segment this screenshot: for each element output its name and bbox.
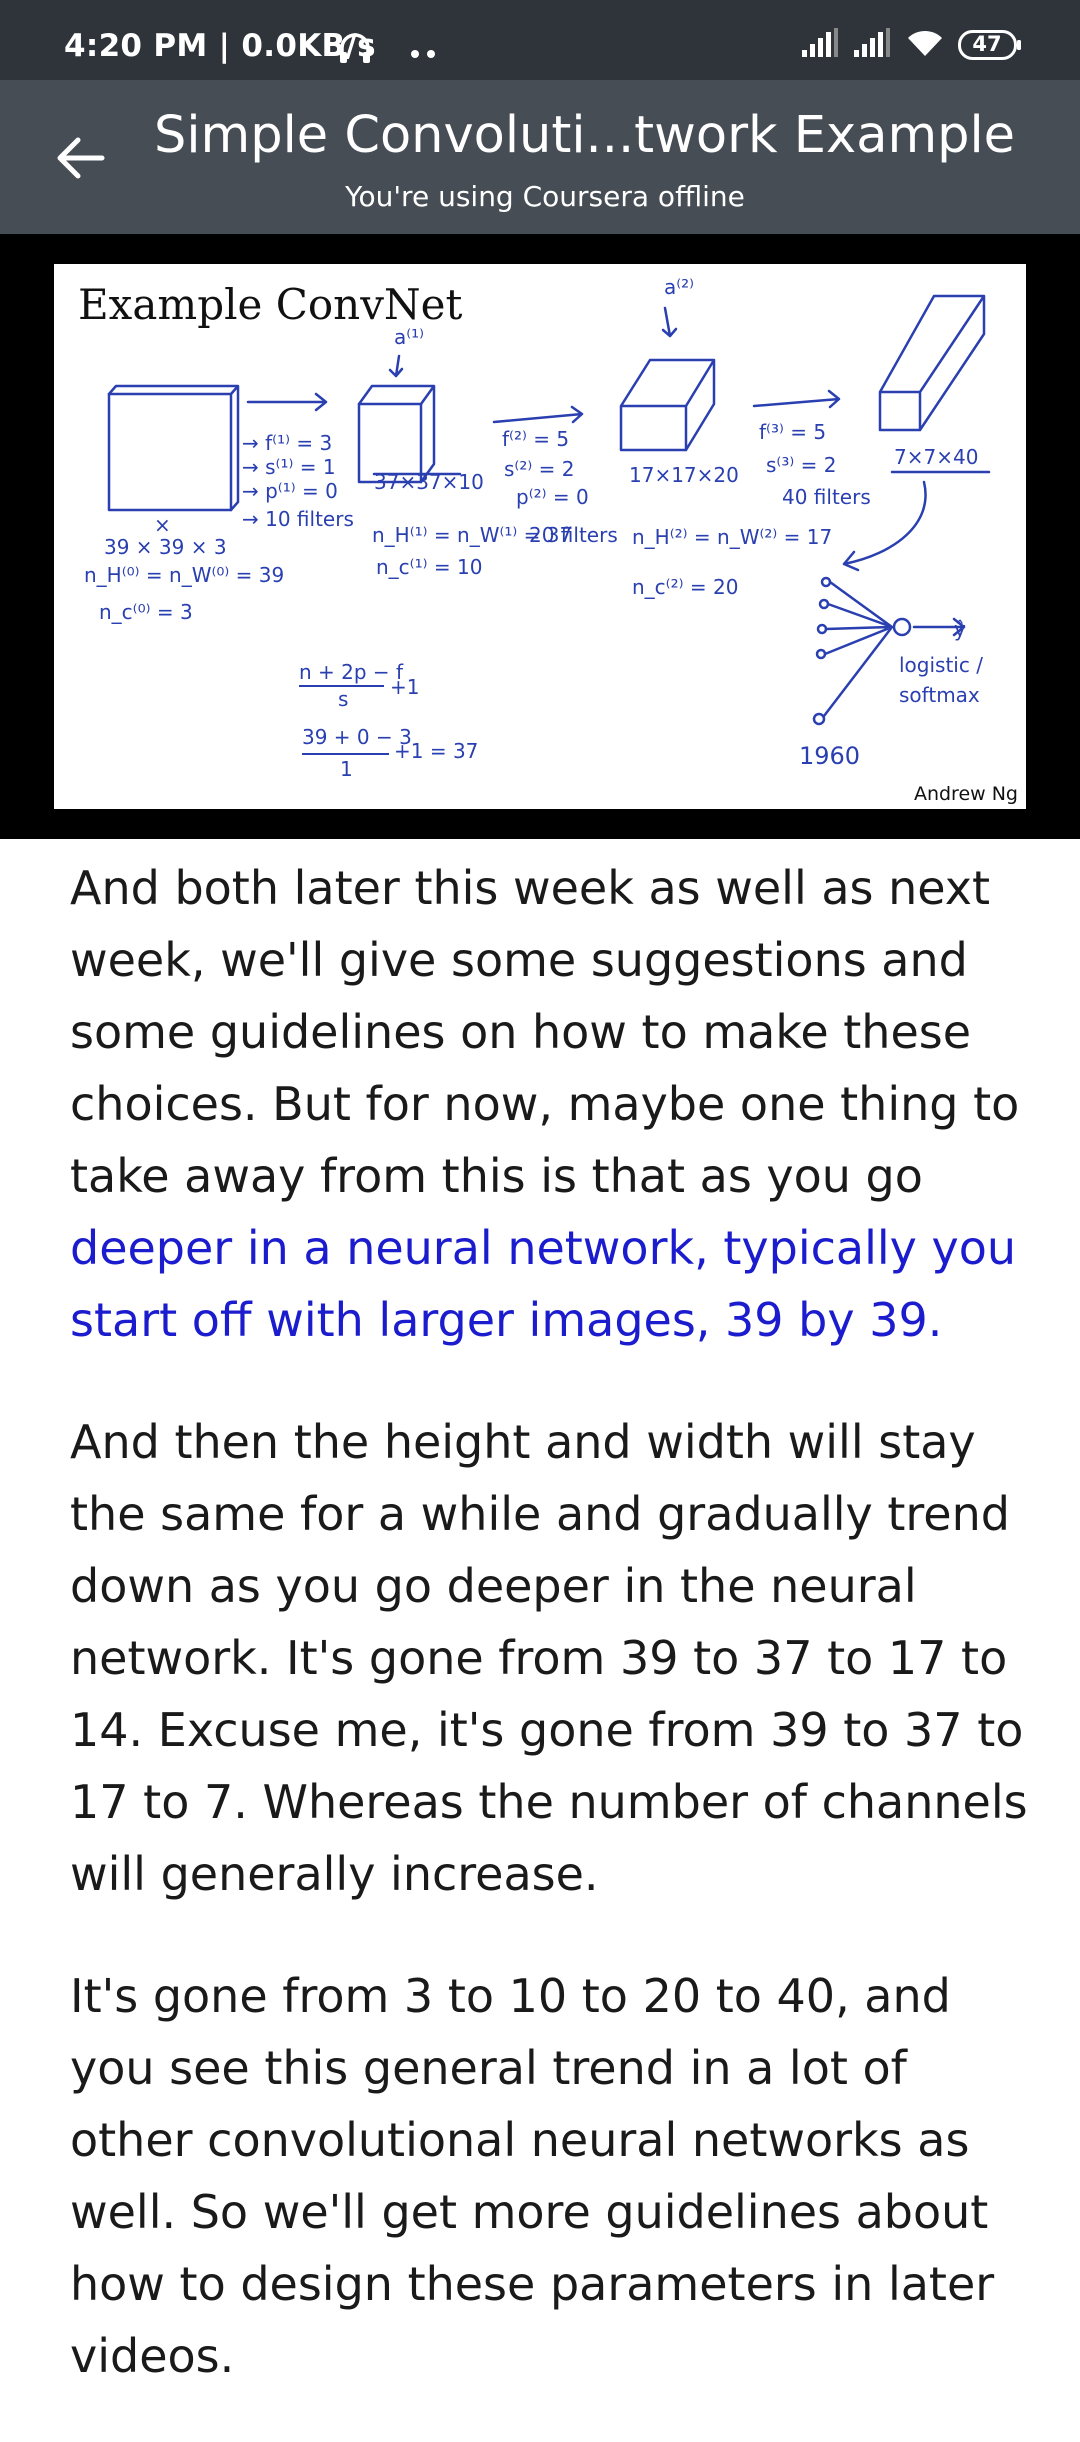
- svg-text:f⁽²⁾ = 5: f⁽²⁾ = 5: [502, 427, 569, 451]
- transcript-paragraph: It's gone from 3 to 10 to 20 to 40, and …: [70, 1960, 1030, 2392]
- svg-text:→ s⁽¹⁾ = 1: → s⁽¹⁾ = 1: [242, 455, 336, 479]
- status-icons: 47: [800, 28, 1022, 62]
- battery-icon: 47: [958, 30, 1022, 60]
- slide-title: Example ConvNet: [78, 280, 463, 329]
- svg-text:→ f⁽¹⁾ = 3: → f⁽¹⁾ = 3: [242, 431, 332, 455]
- signal-icon-2: [852, 28, 892, 62]
- slide-credit: Andrew Ng: [913, 783, 1018, 805]
- svg-text:s: s: [338, 687, 348, 711]
- transcript-text-current[interactable]: deeper in a neural network, typically yo…: [70, 1221, 1016, 1347]
- transcript-text[interactable]: And then the height and width will stay …: [70, 1415, 1028, 1901]
- svg-text:n_c⁽²⁾ = 20: n_c⁽²⁾ = 20: [632, 575, 738, 599]
- svg-text:+1: +1: [390, 675, 419, 699]
- video-player[interactable]: → f⁽¹⁾ = 3 → s⁽¹⁾ = 1 → p⁽¹⁾ = 0 → 10 fi…: [0, 234, 1080, 839]
- svg-text:n_c⁽⁰⁾ = 3: n_c⁽⁰⁾ = 3: [99, 600, 193, 624]
- svg-text:40 filters: 40 filters: [782, 485, 871, 509]
- svg-text:n_H⁽⁰⁾ = n_W⁽⁰⁾ = 39: n_H⁽⁰⁾ = n_W⁽⁰⁾ = 39: [84, 563, 284, 587]
- svg-text:+1 = 37: +1 = 37: [394, 739, 478, 763]
- svg-text:n_c⁽¹⁾ = 10: n_c⁽¹⁾ = 10: [376, 555, 482, 579]
- svg-text:n_H⁽²⁾ = n_W⁽²⁾ = 17: n_H⁽²⁾ = n_W⁽²⁾ = 17: [632, 525, 832, 549]
- svg-text:17×17×20: 17×17×20: [629, 463, 739, 487]
- svg-text:→ 10 filters: → 10 filters: [242, 507, 354, 531]
- svg-text:7×7×40: 7×7×40: [894, 445, 978, 469]
- svg-text:s⁽³⁾ = 2: s⁽³⁾ = 2: [766, 453, 836, 477]
- convnet-sketch: → f⁽¹⁾ = 3 → s⁽¹⁾ = 1 → p⁽¹⁾ = 0 → 10 fi…: [84, 275, 991, 781]
- svg-text:39 × 39 × 3: 39 × 39 × 3: [104, 535, 227, 559]
- svg-text:ŷ: ŷ: [954, 617, 966, 641]
- more-notifications-icon: [410, 44, 438, 63]
- svg-text:softmax: softmax: [899, 683, 980, 707]
- transcript: And both later this week as well as next…: [70, 852, 1030, 2442]
- status-time: 4:20 PM | 0.0KB/s: [64, 28, 376, 64]
- svg-text:1: 1: [340, 757, 353, 781]
- svg-text:s⁽²⁾ = 2: s⁽²⁾ = 2: [504, 457, 574, 481]
- battery-level: 47: [972, 32, 1002, 56]
- svg-text:×: ×: [154, 513, 171, 537]
- svg-text:37×37×10: 37×37×10: [374, 470, 484, 494]
- svg-text:a⁽²⁾: a⁽²⁾: [664, 275, 694, 299]
- transcript-paragraph: And both later this week as well as next…: [70, 852, 1030, 1356]
- wifi-icon: [906, 28, 944, 62]
- svg-text:f⁽³⁾ = 5: f⁽³⁾ = 5: [759, 420, 826, 444]
- svg-text:logistic /: logistic /: [899, 653, 983, 677]
- page-title: Simple Convoluti...twork Example: [154, 106, 1016, 165]
- headphones-icon: [338, 32, 372, 68]
- transcript-paragraph: And then the height and width will stay …: [70, 1406, 1030, 1910]
- svg-text:p⁽²⁾ = 0: p⁽²⁾ = 0: [516, 485, 589, 509]
- lecture-slide: → f⁽¹⁾ = 3 → s⁽¹⁾ = 1 → p⁽¹⁾ = 0 → 10 fi…: [54, 264, 1026, 809]
- status-bar: 4:20 PM | 0.0KB/s 47: [0, 0, 1080, 80]
- signal-icon: [800, 28, 840, 62]
- svg-text:20 filters: 20 filters: [529, 523, 618, 547]
- svg-text:1960: 1960: [799, 742, 860, 770]
- app-bar: Simple Convoluti...twork Example You're …: [0, 80, 1080, 234]
- transcript-text[interactable]: It's gone from 3 to 10 to 20 to 40, and …: [70, 1969, 994, 2383]
- svg-text:→ p⁽¹⁾ = 0: → p⁽¹⁾ = 0: [242, 479, 338, 503]
- offline-notice: You're using Coursera offline: [345, 180, 745, 213]
- transcript-text[interactable]: And both later this week as well as next…: [70, 861, 1019, 1203]
- back-arrow-icon: [57, 137, 105, 179]
- svg-text:n + 2p − f: n + 2p − f: [299, 660, 404, 684]
